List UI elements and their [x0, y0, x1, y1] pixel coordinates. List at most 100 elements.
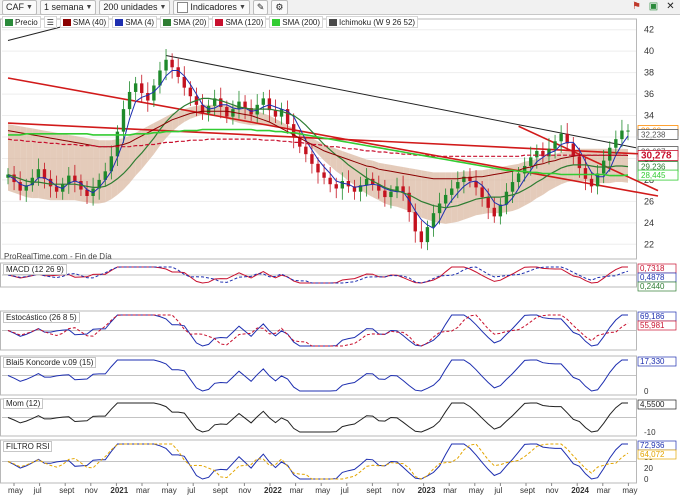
- units-selector[interactable]: 200 unidades ▼: [99, 0, 171, 15]
- candle-body: [188, 87, 193, 97]
- x-tick-label: 2021: [110, 486, 128, 495]
- candle-body: [36, 169, 41, 178]
- candle-body: [614, 139, 618, 148]
- candle-body: [413, 212, 417, 232]
- candle-body: [620, 130, 624, 140]
- legend-label: SMA (4): [125, 17, 155, 27]
- panel-tick-label: 20: [644, 464, 653, 473]
- pencil-icon: ✎: [256, 1, 265, 12]
- symbol-selector[interactable]: CAF ▼: [2, 0, 37, 15]
- cloud-segment: [44, 130, 51, 201]
- legend-swatch: [115, 18, 124, 26]
- x-tick-label: sept: [366, 486, 382, 495]
- candle-body: [425, 227, 430, 243]
- panel-title-momentum[interactable]: Mom (12): [3, 398, 44, 409]
- x-tick-label: nov: [392, 486, 405, 495]
- panel-value-label: 17,330: [640, 357, 665, 366]
- timeframe-selector[interactable]: 1 semana ▼: [39, 0, 97, 15]
- candle-body: [498, 204, 503, 217]
- panel-tick-label: -10: [644, 428, 656, 437]
- legend-item-menu[interactable]: ☰: [43, 16, 57, 28]
- candle-body: [456, 182, 460, 189]
- candle-body: [389, 191, 393, 198]
- candle-body: [73, 175, 77, 181]
- candle-body: [243, 101, 247, 109]
- candle-body: [486, 197, 490, 208]
- y-tick-label: 22: [644, 239, 654, 249]
- x-tick-label: nov: [85, 486, 98, 495]
- legend-item-ichimoku[interactable]: Ichimoku (W 9 26 52): [326, 16, 419, 28]
- units-label: 200 unidades: [103, 2, 158, 12]
- x-tick-label: may: [622, 486, 637, 495]
- chevron-down-icon: ▼: [238, 3, 246, 11]
- chevron-down-icon: ▼: [85, 3, 93, 11]
- legend-item-sma4[interactable]: SMA (4): [112, 16, 158, 28]
- time-axis: may jul sept nov 2021 mar may jul sept nov 2022 mar…: [8, 483, 638, 495]
- candle-body: [529, 157, 533, 166]
- candle-body: [571, 143, 575, 157]
- x-tick-label: may: [315, 486, 330, 495]
- indicators-label: Indicadores: [190, 2, 237, 12]
- panel-title-stochastic[interactable]: Estocástico (26 8 5): [3, 312, 80, 323]
- candle-body: [304, 146, 308, 155]
- candle-body: [140, 83, 144, 94]
- legend-item-sma120[interactable]: SMA (120): [212, 16, 267, 28]
- panel-value-label: 55,981: [640, 321, 665, 330]
- candle-body: [443, 194, 448, 204]
- legend-swatch: [163, 18, 172, 26]
- candle-body: [589, 178, 594, 187]
- candle-body: [164, 59, 168, 71]
- legend-swatch: [272, 18, 281, 26]
- panel-tick-label: 0: [644, 387, 649, 396]
- source-text: ProRealTime.com - Fin de Día: [4, 252, 112, 261]
- panel-tick-label: 0: [644, 475, 649, 484]
- candle-body: [364, 178, 369, 186]
- legend-label: SMA (20): [173, 17, 207, 27]
- x-tick-label: sept: [520, 486, 536, 495]
- candle-body: [334, 184, 338, 189]
- y-tick-label: 26: [644, 196, 654, 206]
- candle-body: [383, 190, 387, 198]
- candle-body: [522, 165, 527, 174]
- panel-title-macd[interactable]: MACD (12 26 9): [3, 264, 67, 275]
- candle-body: [419, 231, 424, 243]
- indicator-legend: Precio ☰ SMA (40) SMA (4) SMA (20) SMA (…: [2, 16, 419, 28]
- x-tick-label: jul: [340, 486, 349, 495]
- legend-swatch: [215, 18, 224, 26]
- price-label: 32,238: [641, 130, 666, 139]
- x-tick-label: may: [469, 486, 484, 495]
- candle-body: [237, 101, 241, 110]
- candle-body: [608, 147, 612, 161]
- candle-body: [261, 98, 265, 105]
- indicators-icon: [177, 1, 189, 13]
- legend-label: Ichimoku (W 9 26 52): [339, 17, 416, 27]
- legend-item-sma20[interactable]: SMA (20): [160, 16, 210, 28]
- x-tick-label: nov: [238, 486, 251, 495]
- legend-item-sma200[interactable]: SMA (200): [269, 16, 324, 28]
- flag-icon[interactable]: ⚑: [631, 1, 642, 12]
- y-tick-label: 40: [644, 46, 654, 56]
- indicators-button[interactable]: Indicadores ▼: [173, 0, 250, 15]
- panel-value-label: 4,5500: [640, 400, 665, 409]
- panel-title-rsi[interactable]: FILTRO RSI: [3, 441, 53, 452]
- drawing-tool-button[interactable]: ✎: [252, 0, 269, 15]
- panel-title-koncorde[interactable]: Blai5 Koncorde v.09 (15): [3, 357, 97, 368]
- x-tick-label: jul: [186, 486, 195, 495]
- candle-body: [273, 110, 278, 117]
- candle-body: [431, 213, 436, 228]
- candle-body: [437, 203, 442, 214]
- candle-body: [170, 59, 174, 68]
- list-icon: ☰: [46, 17, 54, 27]
- legend-swatch: [329, 18, 338, 26]
- candle-body: [510, 182, 515, 192]
- legend-item-sma40[interactable]: SMA (40): [59, 16, 110, 28]
- price-labels: 32,6032,23830,63730,27829,23628,445: [637, 125, 679, 181]
- x-tick-label: may: [162, 486, 177, 495]
- y-tick-label: 34: [644, 111, 654, 121]
- legend-item-price[interactable]: Precio: [2, 16, 41, 28]
- restore-icon[interactable]: ▣: [648, 1, 659, 12]
- close-icon[interactable]: ✕: [665, 1, 676, 12]
- settings-button[interactable]: ⚙: [271, 0, 288, 15]
- x-tick-label: jul: [33, 486, 42, 495]
- candle-body: [182, 76, 186, 88]
